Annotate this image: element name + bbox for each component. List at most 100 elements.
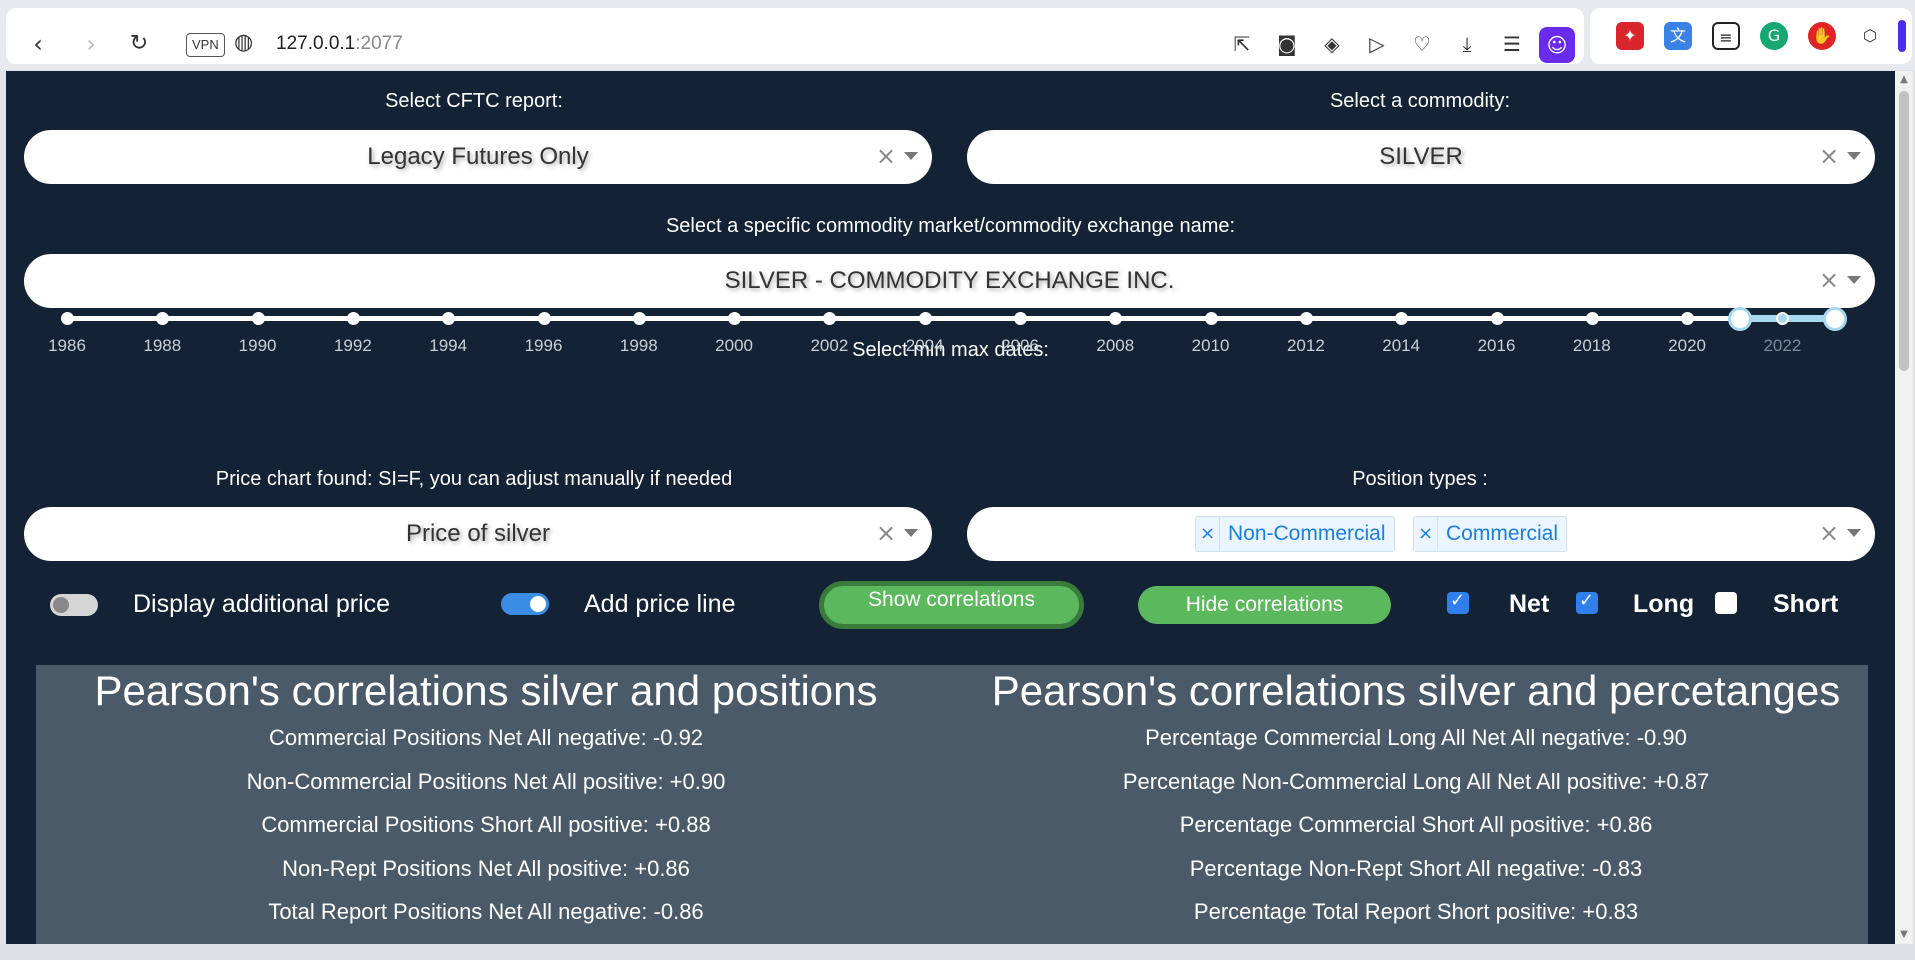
clear-icon[interactable]: × (876, 519, 896, 547)
extensions-bar: ✦ 文 ≡ G ✋ ⬡ (1590, 8, 1912, 64)
back-button[interactable]: ‹ (23, 28, 53, 60)
remove-tag-icon[interactable]: × (1196, 517, 1220, 551)
camera-icon[interactable]: ◙ (1273, 30, 1301, 58)
show-correlations-button[interactable]: Show correlations (819, 581, 1084, 629)
scroll-up-icon[interactable]: ▲ (1895, 71, 1913, 89)
slider-mark (1395, 312, 1409, 325)
settings-icon[interactable]: ☰ (1498, 30, 1526, 58)
window-bottom-edge (0, 944, 1915, 960)
sidebar-toggle[interactable] (1898, 20, 1906, 52)
long-checkbox[interactable]: ✓ (1576, 590, 1598, 614)
slider-year-label: 2006 (1001, 336, 1039, 355)
share-icon[interactable]: ⇱ (1228, 30, 1256, 58)
globe-icon: ◍ (234, 30, 254, 55)
correlation-line: Percentage Non-Rept Short All negative: … (1189, 856, 1643, 881)
forward-button[interactable]: › (76, 28, 106, 60)
clear-icon[interactable]: × (1819, 266, 1839, 294)
slider-mark (918, 312, 932, 325)
slider-year-label: 1986 (48, 336, 86, 355)
position-types-multiselect[interactable]: × Non-Commercial × Commercial × (967, 507, 1875, 561)
slider-mark (1014, 312, 1027, 325)
slider-min-handle[interactable] (1727, 307, 1752, 331)
reader-icon[interactable]: ≡ (1712, 22, 1740, 50)
short-checkbox[interactable] (1715, 592, 1737, 614)
address-bar-url[interactable]: 127.0.0.1:2077 (276, 33, 403, 55)
address-bar-container: ‹ › ↻ VPN ◍ 127.0.0.1:2077 ⇱ ◙ ◈ ▷ ♡ ⤓ ☰… (6, 8, 1584, 64)
slider-mark (442, 312, 456, 325)
slider-mark (1490, 312, 1504, 325)
chevron-down-icon[interactable] (904, 529, 918, 537)
slider-year-label: 1992 (333, 336, 372, 355)
correlation-line: Percentage Non-Commercial Long All Net A… (1122, 769, 1710, 794)
heart-icon[interactable]: ♡ (1408, 30, 1436, 58)
additional-price-label: Display additional price (133, 590, 391, 618)
page-scrollbar[interactable]: ▲ ▼ (1895, 71, 1913, 944)
profile-icon[interactable]: ☺ (1539, 27, 1575, 63)
hide-correlations-button[interactable]: Hide correlations (1138, 586, 1391, 624)
date-slider-rail[interactable] (67, 316, 1834, 321)
chevron-down-icon[interactable] (1847, 529, 1861, 537)
vpn-badge[interactable]: VPN (186, 33, 225, 57)
chevron-down-icon[interactable] (904, 152, 918, 160)
hand-icon[interactable]: ✋ (1808, 22, 1836, 50)
slider-year-label: 2014 (1382, 336, 1421, 355)
tag-label: Commercial (1446, 522, 1559, 545)
additional-price-toggle[interactable] (50, 594, 98, 616)
correlation-line: Non-Rept Positions Net All positive: +0.… (282, 856, 690, 881)
price-line-toggle[interactable] (501, 593, 549, 615)
price-chart-select-value: Price of silver (405, 520, 551, 547)
shield-check-icon[interactable]: ◈ (1318, 30, 1346, 58)
price-chart-select[interactable]: Price of silver × (24, 507, 932, 561)
scroll-down-icon[interactable]: ▼ (1895, 926, 1913, 944)
slider-year-label: 2000 (715, 336, 753, 355)
url-host: 127.0.0.1 (276, 33, 356, 54)
correlations-panel: Pearson's correlations silver and positi… (36, 665, 1868, 944)
price-chart-label: Price chart found: SI=F, you can adjust … (215, 468, 733, 490)
slider-mark (823, 312, 837, 325)
slider-mark (61, 312, 74, 325)
correlation-line: Percentage Commercial Long All Net All n… (1145, 725, 1687, 750)
slider-year-label: 2018 (1572, 336, 1611, 355)
commodity-label: Select a commodity: (1329, 90, 1511, 112)
download-icon[interactable]: ⤓ (1453, 30, 1481, 58)
slider-year-label: 2010 (1191, 336, 1230, 355)
tag-label: Non-Commercial (1228, 522, 1386, 545)
dashboard-app: Select CFTC report: Legacy Futures Only … (6, 71, 1895, 944)
clear-icon[interactable]: × (1819, 142, 1839, 170)
slider-mark (1681, 312, 1695, 325)
check-icon: ✓ (1450, 590, 1466, 611)
report-select[interactable]: Legacy Futures Only × (24, 130, 932, 184)
correlation-line: Total Report Positions Net All negative:… (268, 899, 704, 924)
slider-mark (537, 312, 551, 325)
correlation-line: Non-Commercial Positions Net All positiv… (246, 769, 726, 794)
translate-icon[interactable]: 文 (1664, 22, 1692, 50)
send-icon[interactable]: ▷ (1363, 30, 1391, 58)
remove-tag-icon[interactable]: × (1414, 517, 1438, 551)
clear-icon[interactable]: × (876, 142, 896, 170)
chevron-down-icon[interactable] (1847, 152, 1861, 160)
net-checkbox[interactable]: ✓ (1447, 590, 1469, 614)
slider-year-label: 2002 (810, 336, 849, 355)
slider-year-label: 2004 (905, 336, 944, 355)
scrollbar-thumb[interactable] (1899, 91, 1909, 371)
slider-mark (1204, 312, 1218, 325)
url-port: :2077 (355, 33, 403, 54)
clear-icon[interactable]: × (1819, 519, 1839, 547)
reload-button[interactable]: ↻ (124, 28, 154, 60)
correlation-line: Commercial Positions Short All positive:… (261, 812, 711, 837)
slider-mark (1585, 312, 1599, 325)
net-label: Net (1509, 590, 1550, 618)
slider-max-handle[interactable] (1823, 307, 1847, 331)
commodity-select[interactable]: SILVER × (967, 130, 1875, 184)
grammarly-icon[interactable]: G (1760, 22, 1788, 50)
toggle-knob (530, 596, 546, 612)
slider-year-label: 2016 (1477, 336, 1516, 355)
magic-wand-icon[interactable]: ✦ (1616, 22, 1644, 50)
browser-toolbar: ‹ › ↻ VPN ◍ 127.0.0.1:2077 ⇱ ◙ ◈ ▷ ♡ ⤓ ☰… (0, 0, 1915, 70)
chevron-down-icon[interactable] (1847, 276, 1861, 284)
slider-year-label: 1994 (429, 336, 468, 355)
tag-commercial: × Commercial (1413, 516, 1568, 552)
market-select[interactable]: SILVER - COMMODITY EXCHANGE INC. × (24, 254, 1875, 308)
report-select-value: Legacy Futures Only (367, 143, 589, 170)
cube-icon[interactable]: ⬡ (1856, 22, 1884, 50)
